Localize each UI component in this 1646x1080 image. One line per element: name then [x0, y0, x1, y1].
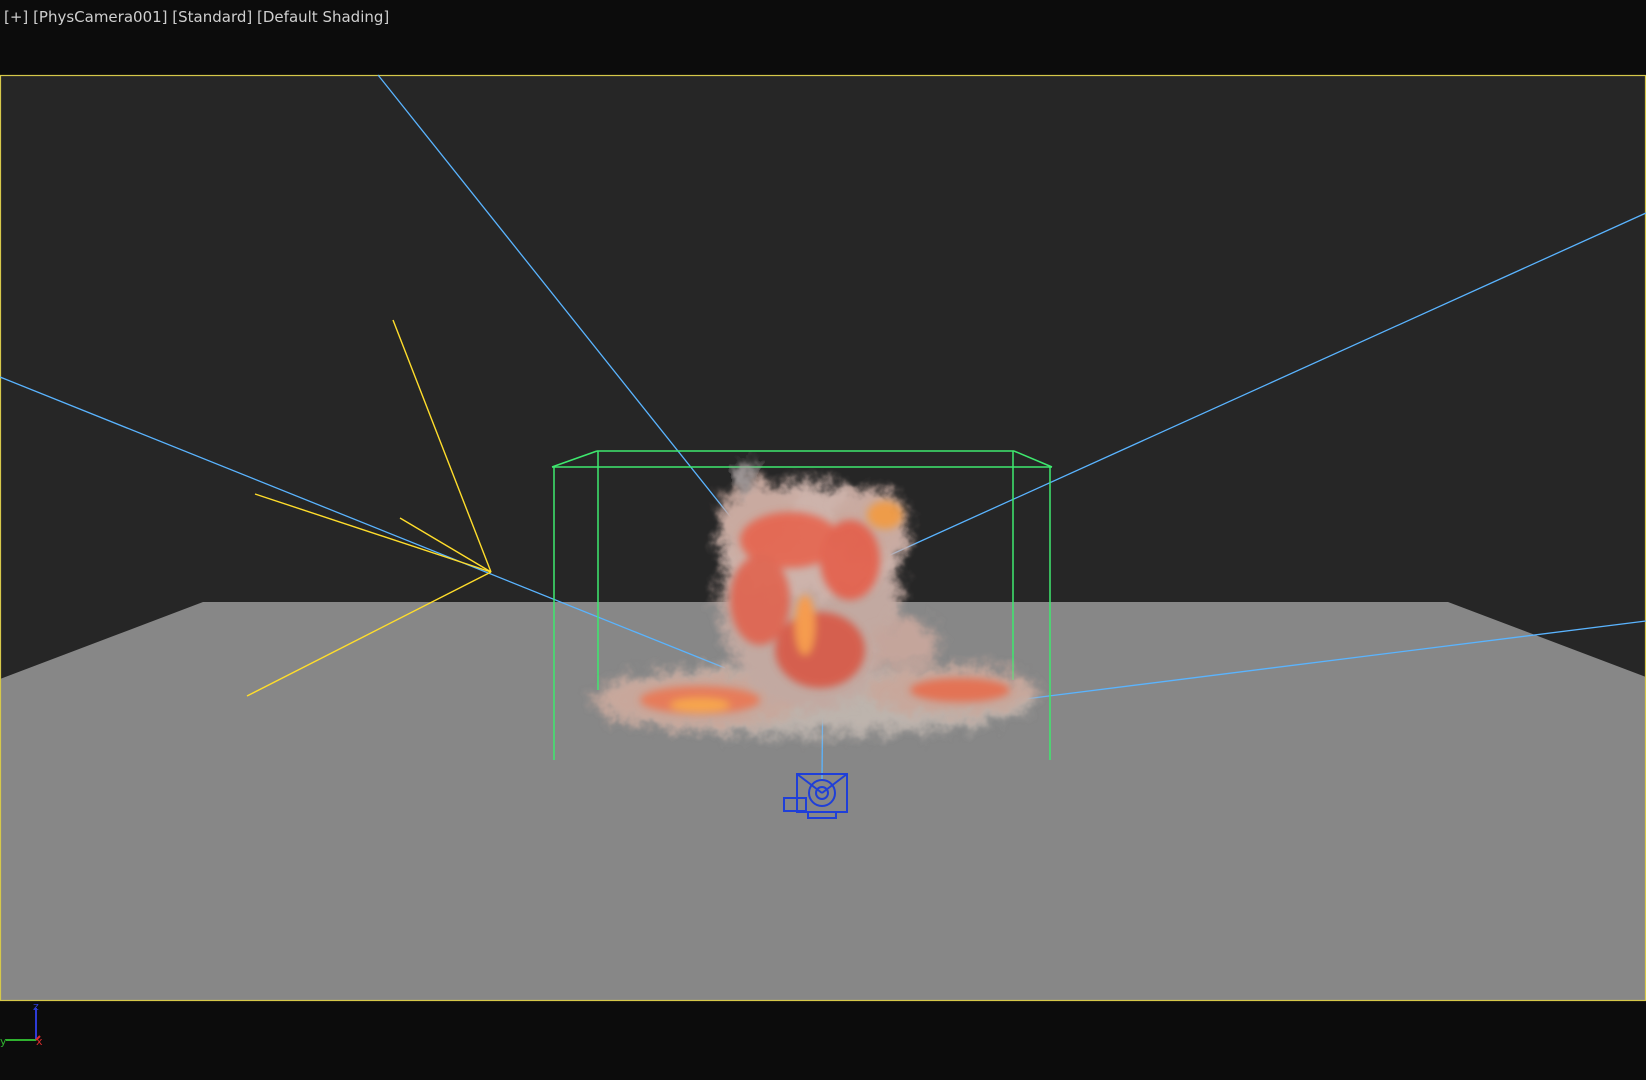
- axis-z-label: z: [33, 1000, 39, 1013]
- axis-y-label: y: [0, 1035, 7, 1048]
- viewport-scene[interactable]: z y x: [0, 0, 1646, 1080]
- viewport-label-bar: [+] [PhysCamera001] [Standard] [Default …: [4, 8, 389, 26]
- 3d-viewport[interactable]: z y x [+] [PhysCamera001] [Standard] [De…: [0, 0, 1646, 1080]
- axis-x-label: x: [36, 1035, 43, 1048]
- shading-menu[interactable]: [Default Shading]: [257, 8, 389, 26]
- visual-style-menu[interactable]: [Standard]: [172, 8, 252, 26]
- viewport-menu-button[interactable]: [+]: [4, 8, 28, 26]
- camera-select-menu[interactable]: [PhysCamera001]: [33, 8, 167, 26]
- axis-tripod-icon: z y x: [0, 1000, 43, 1048]
